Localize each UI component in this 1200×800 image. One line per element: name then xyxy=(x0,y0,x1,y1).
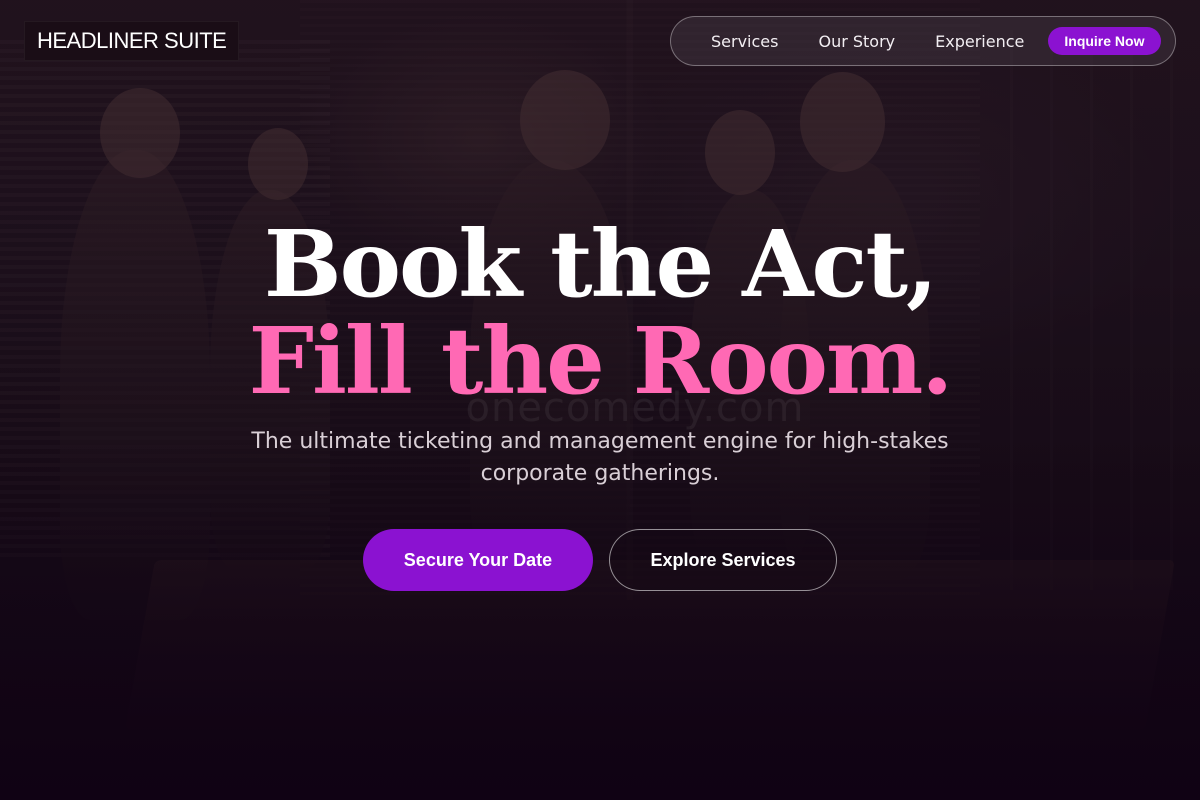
brand-logo[interactable]: HEADLINER SUITE xyxy=(24,21,240,61)
inquire-now-button[interactable]: Inquire Now xyxy=(1048,27,1161,55)
nav-link-experience[interactable]: Experience xyxy=(935,32,1024,51)
explore-services-button[interactable]: Explore Services xyxy=(609,529,837,591)
hero-title-line2: Fill the Room. xyxy=(248,307,954,415)
secure-your-date-button[interactable]: Secure Your Date xyxy=(363,529,593,591)
hero-title-line1: Book the Act, xyxy=(263,210,938,318)
top-nav: Services Our Story Experience Inquire No… xyxy=(670,16,1176,66)
nav-link-services[interactable]: Services xyxy=(711,32,778,51)
hero-subtitle: The ultimate ticketing and management en… xyxy=(251,429,949,486)
nav-link-our-story[interactable]: Our Story xyxy=(818,32,895,51)
